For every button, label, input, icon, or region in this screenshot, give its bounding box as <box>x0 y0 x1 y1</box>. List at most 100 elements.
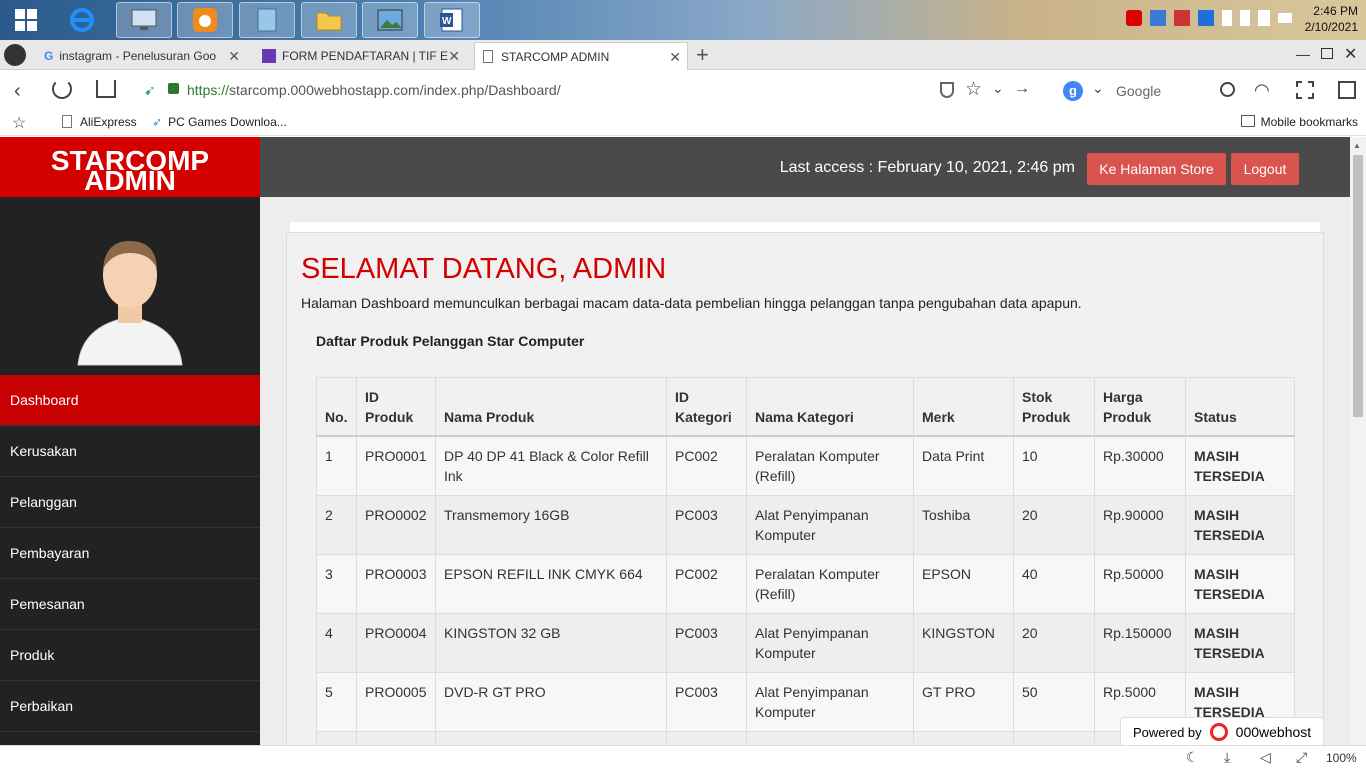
brand-logo[interactable]: STARCOMP ADMIN <box>0 137 260 197</box>
tab-instagram-search[interactable]: G instagram - Penelusuran Goo ✕ <box>36 42 246 70</box>
table-cell: 50 <box>1013 671 1095 732</box>
sidebar-item-perbaikan[interactable]: Perbaikan <box>0 681 260 732</box>
bookmark-label: AliExpress <box>80 115 137 129</box>
table-cell: PC002 <box>666 553 747 614</box>
column-header[interactable]: No. <box>316 377 357 437</box>
restore-icon[interactable] <box>1321 48 1333 59</box>
search-engine-icon[interactable]: g <box>1063 81 1083 101</box>
close-tab-icon[interactable]: ✕ <box>669 49 681 66</box>
column-header[interactable]: Nama Kategori <box>746 377 914 437</box>
bluetooth-icon[interactable] <box>1198 10 1214 26</box>
sidebar-item-produk[interactable]: Produk <box>0 630 260 681</box>
minimize-icon[interactable]: — <box>1296 46 1310 62</box>
system-clock[interactable]: 2:46 PM 2/10/2021 <box>1305 3 1358 35</box>
word-icon[interactable]: W <box>424 2 480 38</box>
table-cell: ET001 <box>666 730 747 745</box>
signal-icon[interactable] <box>1278 13 1292 23</box>
close-tab-icon[interactable]: ✕ <box>448 48 460 65</box>
column-header[interactable]: ID Produk <box>356 377 436 437</box>
app-tray-icon[interactable] <box>1174 10 1190 26</box>
url-field[interactable]: https://starcomp.000webhostapp.com/index… <box>187 82 561 98</box>
webhost-name: 000webhost <box>1235 724 1312 740</box>
column-header[interactable]: Stok Produk <box>1013 377 1095 437</box>
table-row: 3 PRO0003 EPSON REFILL INK CMYK 664 PC002 Pe… <box>316 553 1295 614</box>
back-icon[interactable]: ‹ <box>14 80 21 103</box>
new-tab-icon[interactable]: + <box>696 42 709 68</box>
close-tab-icon[interactable]: ✕ <box>228 48 240 65</box>
tab-starcomp-admin[interactable]: STARCOMP ADMIN ✕ <box>474 42 688 70</box>
forms-icon <box>262 49 276 63</box>
usb-icon[interactable] <box>1150 10 1166 26</box>
column-header[interactable]: Harga Produk <box>1094 377 1186 437</box>
chevron-down-icon[interactable]: ⌄ <box>992 80 1004 97</box>
powered-by-badge[interactable]: Powered by 000webhost <box>1120 717 1324 745</box>
windows-start-icon[interactable] <box>0 0 52 40</box>
search-icon[interactable] <box>1220 82 1235 97</box>
sidebar-item-dashboard[interactable]: Dashboard <box>0 375 260 426</box>
wifi-icon[interactable]: ◠ <box>1254 80 1270 101</box>
search-engine-chevron-icon[interactable]: ⌄ <box>1092 80 1104 97</box>
search-engine-label[interactable]: Google <box>1116 83 1161 99</box>
table-cell: PC002 <box>666 435 747 496</box>
sidebar-item-pelanggan[interactable]: Pelanggan <box>0 477 260 528</box>
table-cell: Alat Penyimpanan Komputer <box>746 612 914 673</box>
rocket-icon: ➹ <box>144 82 156 98</box>
photo-viewer-icon[interactable] <box>362 2 418 38</box>
column-header[interactable]: Status <box>1185 377 1295 437</box>
bookmark-star-icon[interactable]: ☆ <box>12 113 26 133</box>
column-header[interactable]: Nama Produk <box>435 377 667 437</box>
logout-button[interactable]: Logout <box>1231 153 1299 185</box>
table-cell: PC003 <box>666 494 747 555</box>
table-cell: PRO0006 <box>356 730 436 745</box>
volume-icon[interactable] <box>1258 10 1270 26</box>
column-header[interactable]: ID Kategori <box>666 377 747 437</box>
page-scrollbar[interactable]: ▲ <box>1350 137 1366 745</box>
extensions-icon[interactable] <box>1338 81 1356 99</box>
antivirus-icon[interactable] <box>1126 10 1142 26</box>
scrollbar-thumb[interactable] <box>1353 155 1363 417</box>
table-cell: KINGSTON <box>913 612 1014 673</box>
scroll-up-icon[interactable]: ▲ <box>1353 141 1361 150</box>
battery-icon[interactable] <box>1240 10 1250 26</box>
url-scheme: https:// <box>187 82 230 98</box>
table-cell: 4 <box>316 612 357 673</box>
sidebar: Dashboard Kerusakan Pelanggan Pembayaran… <box>0 197 260 745</box>
flag-icon[interactable] <box>1222 10 1232 26</box>
tab-form-pendaftaran[interactable]: FORM PENDAFTARAN | TIF E ✕ <box>254 42 466 70</box>
sound-icon[interactable]: ◁ <box>1260 749 1271 766</box>
monitor-app-icon[interactable] <box>116 2 172 38</box>
sidebar-item-pembayaran[interactable]: Pembayaran <box>0 528 260 579</box>
bookmark-pc-games[interactable]: ➶ PC Games Downloa... <box>152 115 287 129</box>
ie-browser-icon[interactable] <box>54 2 110 38</box>
browser-logo-icon[interactable] <box>4 44 26 66</box>
sidebar-nav: Dashboard Kerusakan Pelanggan Pembayaran… <box>0 375 260 732</box>
fullscreen-icon[interactable]: ⤢ <box>1296 749 1307 766</box>
shield-icon[interactable] <box>940 82 954 98</box>
screenshot-icon[interactable] <box>1296 81 1314 99</box>
sidebar-item-kerusakan[interactable]: Kerusakan <box>0 426 260 477</box>
uc-browser-icon[interactable] <box>177 2 233 38</box>
store-button[interactable]: Ke Halaman Store <box>1087 153 1226 185</box>
google-icon: G <box>44 49 54 63</box>
bookmark-aliexpress[interactable]: AliExpress <box>62 115 137 129</box>
reload-icon[interactable] <box>52 79 72 99</box>
table-cell: PRO0002 <box>356 494 436 555</box>
download-icon[interactable]: ⤓ <box>1224 749 1230 766</box>
column-header[interactable]: Merk <box>913 377 1014 437</box>
forward-icon[interactable]: → <box>1014 80 1030 98</box>
zoom-level[interactable]: 100% <box>1326 751 1357 765</box>
mobile-bookmarks[interactable]: Mobile bookmarks <box>1240 115 1358 129</box>
page-icon <box>483 50 493 63</box>
night-mode-icon[interactable]: ☾ <box>1186 749 1199 766</box>
close-window-icon[interactable]: ✕ <box>1344 44 1357 64</box>
home-icon[interactable] <box>96 80 116 98</box>
url-host: starcomp.000webhostapp.com <box>229 82 420 98</box>
table-cell: Rp.50000 <box>1094 553 1186 614</box>
notepad-icon[interactable] <box>239 2 295 38</box>
sidebar-item-pemesanan[interactable]: Pemesanan <box>0 579 260 630</box>
table-cell: 2 <box>316 494 357 555</box>
table-cell: PRO0004 <box>356 612 436 673</box>
star-icon[interactable]: ☆ <box>965 78 982 101</box>
file-explorer-icon[interactable] <box>301 2 357 38</box>
bookmark-label: PC Games Downloa... <box>168 115 287 129</box>
